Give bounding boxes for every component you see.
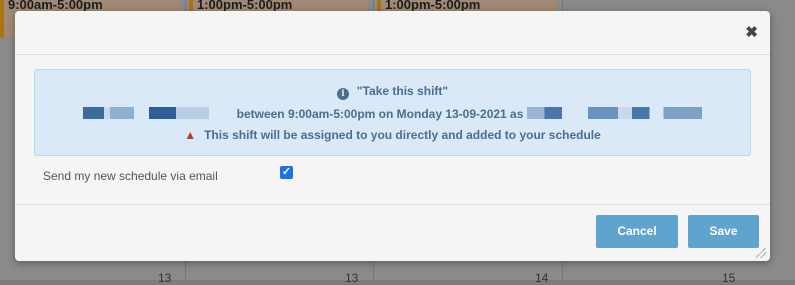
email-option-checkbox[interactable]: ✓: [280, 166, 293, 179]
info-title: "Take this shift": [356, 84, 449, 98]
warning-line: ▲ This shift will be assigned to you dire…: [35, 128, 750, 142]
day-number: 13: [345, 271, 359, 285]
warning-text: This shift will be assigned to you direc…: [204, 128, 601, 142]
save-button[interactable]: Save: [688, 215, 759, 248]
info-icon: i: [336, 88, 349, 100]
warning-icon: ▲: [184, 128, 197, 142]
day-number: 15: [722, 271, 736, 285]
info-title-line: i "Take this shift": [35, 84, 750, 100]
dialog-footer-divider: [15, 204, 770, 205]
resize-handle-icon[interactable]: [756, 248, 766, 258]
email-option-label: Send my new schedule via email: [43, 169, 218, 183]
shift-details: between 9:00am-5:00pm on Monday 13-09-20…: [236, 107, 524, 121]
take-shift-dialog: ✖ i "Take this shift" between 9:00am-5:00…: [15, 11, 770, 261]
close-icon[interactable]: ✖: [745, 25, 758, 40]
shift-info-box: i "Take this shift" between 9:00am-5:00pm…: [34, 69, 751, 156]
day-number: 13: [158, 271, 172, 285]
shift-details-line: between 9:00am-5:00pm on Monday 13-09-20…: [35, 107, 750, 121]
day-number: 14: [535, 271, 549, 285]
dialog-header: ✖: [15, 11, 770, 55]
redacted-position-name: [526, 107, 702, 119]
cancel-button[interactable]: Cancel: [596, 215, 678, 248]
redacted-employee-name: [83, 107, 234, 119]
